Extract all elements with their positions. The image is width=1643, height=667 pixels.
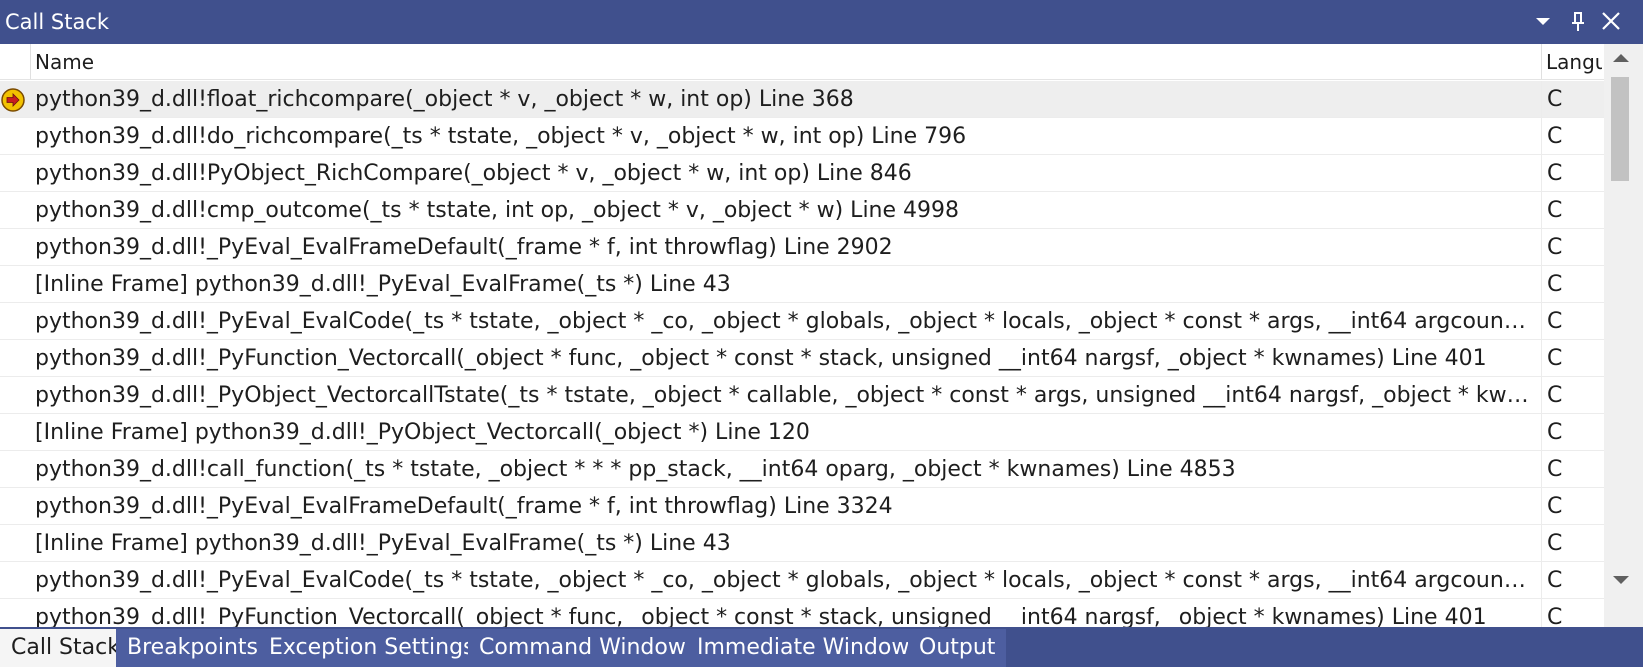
table-row[interactable]: python39_d.dll!_PyFunction_Vectorcall(_o… bbox=[0, 599, 1604, 627]
table-row[interactable]: python39_d.dll!do_richcompare(_ts * tsta… bbox=[0, 118, 1604, 155]
window-title: Call Stack bbox=[5, 10, 110, 34]
frame-name: python39_d.dll!_PyEval_EvalFrameDefault(… bbox=[35, 494, 893, 519]
column-header: Name Language bbox=[0, 44, 1604, 80]
table-row[interactable]: python39_d.dll!_PyEval_EvalFrameDefault(… bbox=[0, 229, 1604, 266]
tab-command-window[interactable]: Command Window bbox=[468, 629, 697, 667]
tab-output[interactable]: Output bbox=[908, 629, 1007, 667]
row-gutter bbox=[0, 266, 30, 302]
row-gutter bbox=[0, 488, 30, 524]
row-column-separator bbox=[1541, 377, 1542, 413]
frame-language: C bbox=[1547, 568, 1563, 593]
frame-language: C bbox=[1547, 198, 1563, 223]
row-gutter bbox=[0, 192, 30, 228]
frame-language: C bbox=[1547, 457, 1563, 482]
call-stack-list: python39_d.dll!float_richcompare(_object… bbox=[0, 81, 1604, 627]
frame-language: C bbox=[1547, 494, 1563, 519]
scroll-up-arrow-icon[interactable] bbox=[1604, 44, 1643, 70]
scroll-down-arrow-icon[interactable] bbox=[1604, 568, 1643, 594]
row-column-separator bbox=[1541, 451, 1542, 487]
table-row[interactable]: [Inline Frame] python39_d.dll!_PyEval_Ev… bbox=[0, 266, 1604, 303]
row-gutter bbox=[0, 303, 30, 339]
column-separator[interactable] bbox=[30, 44, 31, 79]
frame-language: C bbox=[1547, 383, 1563, 408]
row-gutter bbox=[0, 525, 30, 561]
row-column-separator bbox=[1541, 192, 1542, 228]
tool-window-titlebar: Call Stack bbox=[0, 0, 1643, 44]
row-gutter bbox=[0, 414, 30, 450]
column-separator[interactable] bbox=[1541, 44, 1542, 79]
frame-name: [Inline Frame] python39_d.dll!_PyObject_… bbox=[35, 420, 810, 445]
column-header-name[interactable]: Name bbox=[35, 50, 94, 74]
frame-name: python39_d.dll!cmp_outcome(_ts * tstate,… bbox=[35, 198, 960, 223]
row-gutter bbox=[0, 118, 30, 154]
frame-language: C bbox=[1547, 605, 1563, 627]
table-row[interactable]: python39_d.dll!_PyObject_VectorcallTstat… bbox=[0, 377, 1604, 414]
frame-language: C bbox=[1547, 531, 1563, 556]
vertical-scrollbar[interactable] bbox=[1604, 44, 1643, 627]
row-column-separator bbox=[1541, 155, 1542, 191]
tab-exception-settings[interactable]: Exception Settings bbox=[258, 629, 486, 667]
frame-language: C bbox=[1547, 235, 1563, 260]
row-column-separator bbox=[1541, 81, 1542, 117]
tab-immediate-window[interactable]: Immediate Window bbox=[686, 629, 921, 667]
row-column-separator bbox=[1541, 229, 1542, 265]
table-row[interactable]: [Inline Frame] python39_d.dll!_PyEval_Ev… bbox=[0, 525, 1604, 562]
frame-name: python39_d.dll!_PyEval_EvalCode(_ts * ts… bbox=[35, 309, 1532, 334]
row-column-separator bbox=[1541, 599, 1542, 627]
row-column-separator bbox=[1541, 488, 1542, 524]
frame-name: python39_d.dll!call_function(_ts * tstat… bbox=[35, 457, 1236, 482]
tool-window-tab-bar: Call Stack Breakpoints Exception Settings C… bbox=[0, 627, 1643, 667]
row-column-separator bbox=[1541, 414, 1542, 450]
row-gutter bbox=[0, 155, 30, 191]
frame-name: python39_d.dll!_PyObject_VectorcallTstat… bbox=[35, 383, 1532, 408]
table-row[interactable]: python39_d.dll!float_richcompare(_object… bbox=[0, 81, 1604, 118]
column-header-language[interactable]: Language bbox=[1546, 50, 1602, 74]
frame-language: C bbox=[1547, 161, 1563, 186]
table-row[interactable]: [Inline Frame] python39_d.dll!_PyObject_… bbox=[0, 414, 1604, 451]
frame-language: C bbox=[1547, 420, 1563, 445]
row-gutter bbox=[0, 599, 30, 627]
row-gutter bbox=[0, 229, 30, 265]
frame-language: C bbox=[1547, 124, 1563, 149]
table-row[interactable]: python39_d.dll!cmp_outcome(_ts * tstate,… bbox=[0, 192, 1604, 229]
table-row[interactable]: python39_d.dll!_PyEval_EvalCode(_ts * ts… bbox=[0, 562, 1604, 599]
frame-name: python39_d.dll!_PyFunction_Vectorcall(_o… bbox=[35, 605, 1487, 627]
frame-name: python39_d.dll!_PyFunction_Vectorcall(_o… bbox=[35, 346, 1487, 371]
frame-language: C bbox=[1547, 346, 1563, 371]
row-gutter bbox=[0, 377, 30, 413]
frame-name: [Inline Frame] python39_d.dll!_PyEval_Ev… bbox=[35, 272, 731, 297]
row-gutter bbox=[0, 81, 30, 117]
table-row[interactable]: python39_d.dll!call_function(_ts * tstat… bbox=[0, 451, 1604, 488]
frame-name: [Inline Frame] python39_d.dll!_PyEval_Ev… bbox=[35, 531, 731, 556]
row-column-separator bbox=[1541, 303, 1542, 339]
current-frame-pointer-icon bbox=[1, 88, 25, 116]
scrollbar-thumb[interactable] bbox=[1611, 77, 1629, 181]
frame-name: python39_d.dll!PyObject_RichCompare(_obj… bbox=[35, 161, 912, 186]
frame-language: C bbox=[1547, 309, 1563, 334]
close-icon[interactable] bbox=[1596, 6, 1626, 36]
table-row[interactable]: python39_d.dll!_PyEval_EvalFrameDefault(… bbox=[0, 488, 1604, 525]
row-gutter bbox=[0, 562, 30, 598]
frame-name: python39_d.dll!float_richcompare(_object… bbox=[35, 87, 854, 112]
pin-icon[interactable] bbox=[1563, 6, 1593, 36]
row-gutter bbox=[0, 340, 30, 376]
frame-name: python39_d.dll!_PyEval_EvalFrameDefault(… bbox=[35, 235, 893, 260]
row-gutter bbox=[0, 451, 30, 487]
table-row[interactable]: python39_d.dll!PyObject_RichCompare(_obj… bbox=[0, 155, 1604, 192]
frame-name: python39_d.dll!do_richcompare(_ts * tsta… bbox=[35, 124, 967, 149]
row-column-separator bbox=[1541, 525, 1542, 561]
frame-language: C bbox=[1547, 272, 1563, 297]
row-column-separator bbox=[1541, 266, 1542, 302]
tab-call-stack[interactable]: Call Stack bbox=[0, 629, 131, 667]
row-column-separator bbox=[1541, 118, 1542, 154]
table-row[interactable]: python39_d.dll!_PyEval_EvalCode(_ts * ts… bbox=[0, 303, 1604, 340]
tab-breakpoints[interactable]: Breakpoints bbox=[116, 629, 269, 667]
frame-language: C bbox=[1547, 87, 1563, 112]
table-row[interactable]: python39_d.dll!_PyFunction_Vectorcall(_o… bbox=[0, 340, 1604, 377]
frame-name: python39_d.dll!_PyEval_EvalCode(_ts * ts… bbox=[35, 568, 1532, 593]
dropdown-icon[interactable] bbox=[1528, 6, 1558, 36]
row-column-separator bbox=[1541, 340, 1542, 376]
row-column-separator bbox=[1541, 562, 1542, 598]
